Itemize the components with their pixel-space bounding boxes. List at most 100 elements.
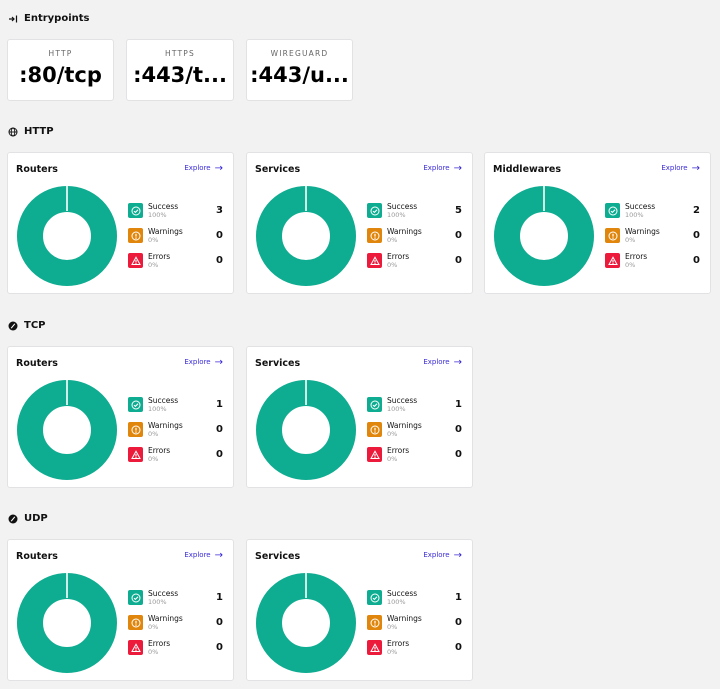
entrypoint-arrow-icon [9, 15, 18, 22]
stat-percent: 0% [387, 430, 398, 438]
stat-percent: 0% [148, 430, 159, 438]
stat-success: Success 100% 3 [128, 202, 223, 222]
stat-errors: Errors 0% 0 [367, 252, 462, 272]
stat-percent: 0% [148, 261, 159, 269]
exclamation-circle-icon [605, 228, 620, 243]
section-heading-http: HTTP [8, 126, 54, 137]
entrypoints-title: Entrypoints [24, 13, 90, 24]
stat-name: Success [625, 202, 656, 211]
warning-triangle-icon [367, 447, 382, 462]
arrow-right-icon: → [214, 356, 223, 368]
exclamation-circle-icon [128, 615, 143, 630]
explore-link[interactable]: Explore → [184, 356, 223, 368]
explore-label: Explore [184, 551, 211, 559]
stat-name: Errors [387, 446, 410, 455]
stat-success: Success 100% 2 [605, 202, 700, 222]
stat-percent: 100% [625, 211, 644, 219]
stat-errors: Errors 0% 0 [128, 252, 223, 272]
entrypoint-value: :443/u... [250, 63, 349, 87]
stats-card-middlewares: Middlewares Explore → Success 100% 2 Warnings 0… [484, 152, 711, 294]
stat-name: Success [387, 589, 418, 598]
stat-percent: 0% [387, 623, 398, 631]
explore-label: Explore [184, 164, 211, 172]
stats-card-routers: Routers Explore → Success 100% 3 Warnings 0% 0 Er… [7, 152, 234, 294]
stat-name: Warnings [625, 227, 660, 236]
explore-link[interactable]: Explore → [423, 356, 462, 368]
stat-count: 3 [216, 205, 223, 216]
arrow-right-icon: → [691, 162, 700, 174]
stat-success: Success 100% 5 [367, 202, 462, 222]
stat-count: 1 [216, 399, 223, 410]
stat-success: Success 100% 1 [128, 396, 223, 416]
entrypoint-card-https[interactable]: HTTPS :443/t... [126, 39, 234, 101]
arrow-right-icon: → [453, 356, 462, 368]
stat-success: Success 100% 1 [367, 589, 462, 609]
explore-link[interactable]: Explore → [184, 549, 223, 561]
stat-percent: 100% [387, 598, 406, 606]
status-donut-chart [256, 186, 356, 286]
warning-triangle-icon [128, 447, 143, 462]
stat-warnings: Warnings 0% 0 [367, 227, 462, 247]
section-heading-tcp: TCP [8, 320, 46, 331]
explore-link[interactable]: Explore → [661, 162, 700, 174]
stat-name: Success [148, 202, 179, 211]
stat-name: Success [148, 589, 179, 598]
section-heading-udp: UDP [8, 513, 48, 524]
stat-name: Errors [387, 639, 410, 648]
stat-name: Warnings [148, 421, 183, 430]
stat-errors: Errors 0% 0 [367, 446, 462, 466]
explore-label: Explore [661, 164, 688, 172]
stats-card-services: Services Explore → Success 100% 5 Warnings 0% 0 E… [246, 152, 473, 294]
exclamation-circle-icon [367, 422, 382, 437]
warning-triangle-icon [128, 640, 143, 655]
explore-label: Explore [423, 358, 450, 366]
stat-count: 0 [455, 617, 462, 628]
stat-count: 0 [216, 449, 223, 460]
stat-name: Errors [148, 639, 171, 648]
explore-link[interactable]: Explore → [184, 163, 223, 173]
stat-percent: 100% [148, 211, 167, 219]
stat-errors: Errors 0% 0 [128, 446, 223, 466]
explore-label: Explore [423, 551, 450, 559]
arrow-right-icon: → [214, 549, 223, 561]
card-title: Routers [16, 164, 58, 175]
stat-errors: Errors 0% 0 [128, 639, 223, 659]
stat-percent: 100% [387, 405, 406, 413]
stat-name: Warnings [148, 614, 183, 623]
exclamation-circle-icon [128, 228, 143, 243]
stat-count: 0 [216, 617, 223, 628]
explore-link[interactable]: Explore → [423, 163, 462, 173]
stat-percent: 0% [387, 236, 398, 244]
stat-count: 0 [455, 642, 462, 653]
stat-count: 0 [693, 255, 700, 266]
entrypoint-value: :80/tcp [19, 63, 102, 87]
stat-warnings: Warnings 0% 0 [367, 421, 462, 441]
stat-percent: 100% [387, 211, 406, 219]
stat-count: 5 [455, 205, 462, 216]
stat-warnings: Warnings 0% 0 [605, 227, 700, 247]
stat-percent: 0% [148, 623, 159, 631]
warning-triangle-icon [367, 253, 382, 268]
check-circle-icon [128, 397, 143, 412]
card-title: Services [255, 551, 301, 562]
check-circle-icon [367, 203, 382, 218]
entrypoint-card-wireguard[interactable]: WIREGUARD :443/u... [246, 39, 353, 101]
stat-warnings: Warnings 0% 0 [128, 614, 223, 634]
check-circle-icon [367, 590, 382, 605]
explore-label: Explore [423, 164, 450, 172]
stat-warnings: Warnings 0% 0 [128, 227, 223, 247]
warning-triangle-icon [128, 253, 143, 268]
stat-percent: 0% [625, 236, 636, 244]
stat-name: Warnings [387, 421, 422, 430]
stat-percent: 0% [148, 236, 159, 244]
entrypoint-label: HTTPS [165, 49, 195, 58]
entrypoint-card-http[interactable]: HTTP :80/tcp [7, 39, 114, 101]
stat-count: 0 [216, 255, 223, 266]
check-circle-icon [128, 590, 143, 605]
stat-name: Errors [387, 252, 410, 261]
entrypoint-label: HTTP [48, 49, 73, 58]
explore-link[interactable]: Explore → [423, 550, 462, 560]
card-title: Middlewares [493, 164, 561, 175]
entrypoint-label: WIREGUARD [270, 49, 329, 58]
stat-name: Errors [625, 252, 648, 261]
